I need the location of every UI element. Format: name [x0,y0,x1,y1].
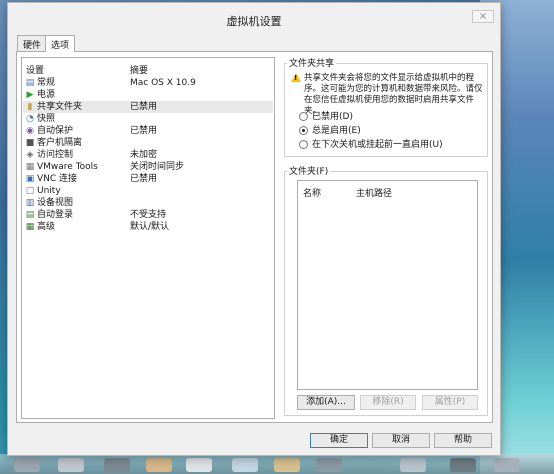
settings-row[interactable]: ▢ Unity [23,185,273,197]
folder-properties-button[interactable]: 属性(P) [422,395,478,410]
tab-hardware[interactable]: 硬件 [17,35,48,51]
vmware-tools-icon: ▦ [25,162,35,172]
settings-list[interactable]: 设置 摘要 ▤ 常规 Mac OS X 10.9 ▶ 电源 ▮ 共享文件夹 已禁用 ◔ 快照 ◉ 自动… [21,57,275,419]
radio-dot[interactable] [299,126,308,135]
dock-item[interactable] [400,458,426,472]
radio-until-poweroff-label: 在下次关机或挂起前一直启用(U) [312,140,443,150]
tab-options-label: 选项 [51,41,70,51]
power-icon: ▶ [26,90,34,100]
settings-row-name: 设备视图 [37,198,74,208]
remove-folder-button[interactable]: 移除(R) [360,395,416,410]
radio-disabled-label: 已禁用(D) [312,112,353,122]
add-folder-button[interactable]: 添加(A)... [297,395,355,410]
settings-row-summary: 不受支持 [130,210,167,220]
folders-table[interactable]: 名称 主机路径 [297,180,478,390]
dock-item[interactable] [58,458,84,472]
settings-row[interactable]: ▥ 设备视图 [23,197,273,209]
settings-row-name: 自动保护 [37,126,74,136]
access-control-icon: ◈ [26,150,34,160]
settings-row[interactable]: ▦ VMware Tools 关闭时间同步 [23,161,273,173]
window-title: 虚拟机设置 [226,15,282,28]
snapshot-icon: ◔ [26,114,34,124]
settings-row[interactable]: ◈ 访问控制 未加密 [23,149,273,161]
dock-item[interactable] [274,458,300,472]
tab-options[interactable]: 选项 [45,35,76,52]
dock-item[interactable] [186,458,212,472]
column-header-host-path: 主机路径 [356,189,393,199]
vm-settings-dialog: 虚拟机设置 × 硬件 选项 设置 摘要 ▤ 常规 Mac OS X 10.9 ▶ 电源 ▮… [7,2,501,456]
folders-title: 文件夹(F) [287,164,331,177]
settings-row-summary: 已禁用 [130,102,158,112]
device-view-icon: ▥ [25,198,35,208]
settings-row[interactable]: ▤ 常规 Mac OS X 10.9 [23,77,273,89]
isolation-icon: ■ [25,138,35,148]
shared-folder-icon: ▮ [27,102,33,112]
radio-until-poweroff[interactable]: 在下次关机或挂起前一直启用(U) [299,139,479,151]
ok-button[interactable]: 确定 [310,433,368,448]
settings-row-name: Unity [37,186,61,196]
dock-item[interactable] [316,458,342,472]
radio-always-enabled[interactable]: 总是启用(E) [299,125,479,137]
settings-row[interactable]: ◉ 自动保护 已禁用 [23,125,273,137]
settings-row-name: VNC 连接 [37,174,78,184]
dock-item[interactable] [232,458,258,472]
settings-row[interactable]: ◔ 快照 [23,113,273,125]
settings-row-name: 电源 [37,90,56,100]
settings-row[interactable]: ■ 客户机隔离 [23,137,273,149]
settings-row[interactable]: ▣ VNC 连接 已禁用 [23,173,273,185]
settings-row[interactable]: ▶ 电源 [23,89,273,101]
settings-row[interactable]: ▤ 自动登录 不受支持 [23,209,273,221]
vnc-icon: ▣ [25,174,35,184]
settings-row-name: 自动登录 [37,210,74,220]
settings-row-summary: 未加密 [130,150,158,160]
settings-row-name: 客户机隔离 [37,138,83,148]
advanced-icon: ▦ [25,222,35,232]
autoprotect-icon: ◉ [26,126,34,136]
close-icon: × [478,11,488,22]
radio-always-enabled-label: 总是启用(E) [312,126,361,136]
settings-row[interactable]: ▦ 高级 默认/默认 [23,221,273,233]
title-bar[interactable]: 虚拟机设置 × [8,3,500,33]
warning-icon: ! [291,73,301,82]
settings-row-name: 快照 [37,114,56,124]
dock-item[interactable] [494,458,520,472]
radio-dot[interactable] [299,140,308,149]
column-header-summary: 摘要 [130,66,149,76]
autologin-icon: ▤ [25,210,35,220]
help-button[interactable]: 帮助 [434,433,492,448]
radio-dot[interactable] [299,112,308,121]
dock [0,454,554,474]
column-header-name: 名称 [303,189,322,199]
settings-row-summary: 已禁用 [130,174,158,184]
settings-row-summary: 默认/默认 [130,222,170,232]
settings-row[interactable]: ▮ 共享文件夹 已禁用 [23,101,273,113]
settings-row-name: 访问控制 [37,150,74,160]
settings-row-name: 常规 [37,78,56,88]
dock-item[interactable] [104,458,130,472]
settings-row-name: 共享文件夹 [37,102,83,112]
settings-row-name: VMware Tools [37,162,98,172]
cancel-button[interactable]: 取消 [372,433,430,448]
dock-item[interactable] [146,458,172,472]
settings-row-name: 高级 [37,222,56,232]
dock-item[interactable] [450,458,476,472]
radio-disabled[interactable]: 已禁用(D) [299,111,479,123]
settings-row-summary: 已禁用 [130,126,158,136]
tab-hardware-label: 硬件 [23,41,42,51]
general-icon: ▤ [25,78,35,88]
column-header-setting: 设置 [26,66,45,76]
settings-row-summary: Mac OS X 10.9 [130,78,196,88]
unity-icon: ▢ [25,186,35,196]
settings-row-summary: 关闭时间同步 [130,162,185,172]
folder-sharing-title: 文件夹共享 [287,56,337,69]
dock-item[interactable] [14,458,40,472]
close-button[interactable]: × [472,10,494,23]
